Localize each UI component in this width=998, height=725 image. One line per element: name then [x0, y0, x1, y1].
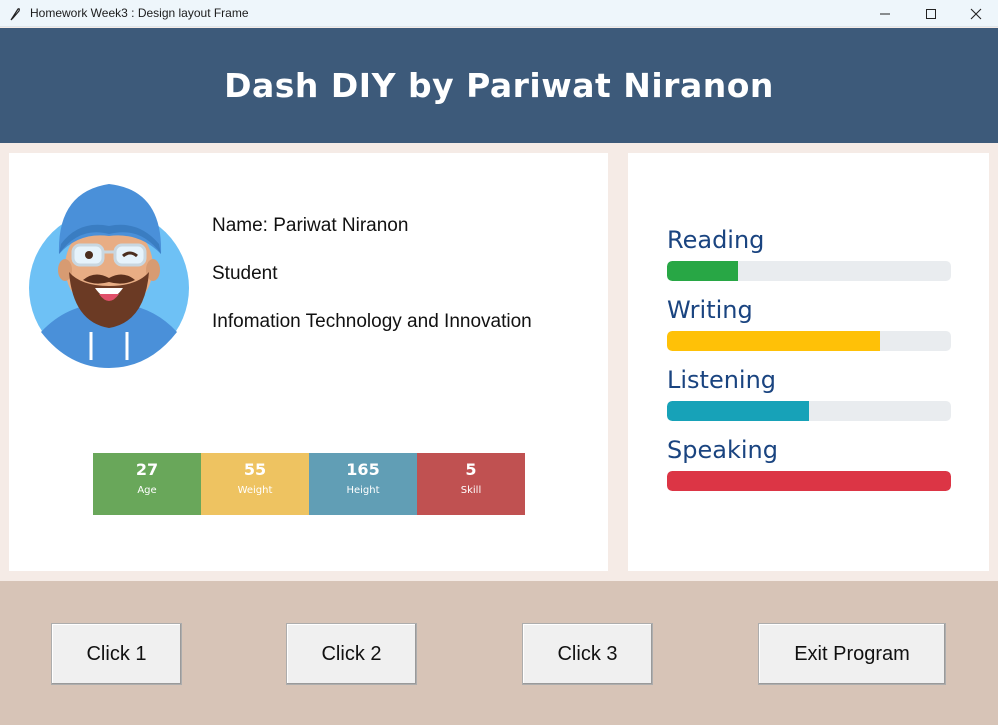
- profile-department: Infomation Technology and Innovation: [212, 311, 532, 332]
- progress-track: [667, 401, 951, 421]
- stats-bar: 27 Age 55 Weight 165 Height 5 Skill: [93, 453, 525, 515]
- click-1-button[interactable]: Click 1: [51, 623, 182, 685]
- button-bar: Click 1 Click 2 Click 3 Exit Program: [0, 581, 998, 725]
- stat-value: 27: [135, 460, 159, 479]
- feather-icon: [8, 6, 22, 21]
- progress-fill: [667, 401, 809, 421]
- click-3-button[interactable]: Click 3: [522, 623, 653, 685]
- skill-writing: Writing: [667, 296, 951, 351]
- profile-panel: Name: Pariwat Niranon Student Infomation…: [9, 153, 608, 571]
- click-2-button[interactable]: Click 2: [286, 623, 417, 685]
- stat-label: Age: [137, 485, 157, 496]
- stat-age: 27 Age: [93, 453, 201, 515]
- stat-skill: 5 Skill: [417, 453, 525, 515]
- skill-name: Reading: [667, 226, 765, 254]
- minimize-button[interactable]: [862, 0, 908, 27]
- progress-fill: [667, 261, 738, 281]
- skill-listening: Listening: [667, 366, 951, 421]
- window-title: Homework Week3 : Design layout Frame: [30, 6, 249, 20]
- header-banner: Dash DIY by Pariwat Niranon: [0, 28, 998, 143]
- close-button[interactable]: [953, 0, 998, 27]
- skill-name: Speaking: [667, 436, 778, 464]
- window-title-bar: Homework Week3 : Design layout Frame: [0, 0, 998, 27]
- progress-fill: [667, 471, 951, 491]
- stat-value: 5: [465, 460, 477, 479]
- progress-track: [667, 261, 951, 281]
- page-title: Dash DIY by Pariwat Niranon: [224, 66, 774, 105]
- progress-fill: [667, 331, 880, 351]
- skills-panel: Reading Writing Listening Speaking: [628, 153, 989, 571]
- close-icon: [970, 8, 982, 19]
- stat-label: Height: [346, 485, 380, 496]
- progress-track: [667, 471, 951, 491]
- stat-weight: 55 Weight: [201, 453, 309, 515]
- maximize-button[interactable]: [908, 0, 954, 27]
- skill-speaking: Speaking: [667, 436, 951, 491]
- exit-program-button[interactable]: Exit Program: [758, 623, 946, 685]
- minimize-icon: [880, 13, 890, 14]
- skill-name: Writing: [667, 296, 753, 324]
- stat-value: 165: [346, 460, 380, 479]
- profile-name: Name: Pariwat Niranon: [212, 215, 409, 236]
- progress-track: [667, 331, 951, 351]
- stat-value: 55: [243, 460, 267, 479]
- skill-reading: Reading: [667, 226, 951, 281]
- stat-height: 165 Height: [309, 453, 417, 515]
- avatar-man-turban-icon: [29, 182, 191, 369]
- stat-label: Skill: [460, 485, 482, 496]
- stat-label: Weight: [237, 485, 273, 496]
- profile-role: Student: [212, 263, 278, 284]
- maximize-icon: [926, 8, 936, 19]
- skill-name: Listening: [667, 366, 777, 394]
